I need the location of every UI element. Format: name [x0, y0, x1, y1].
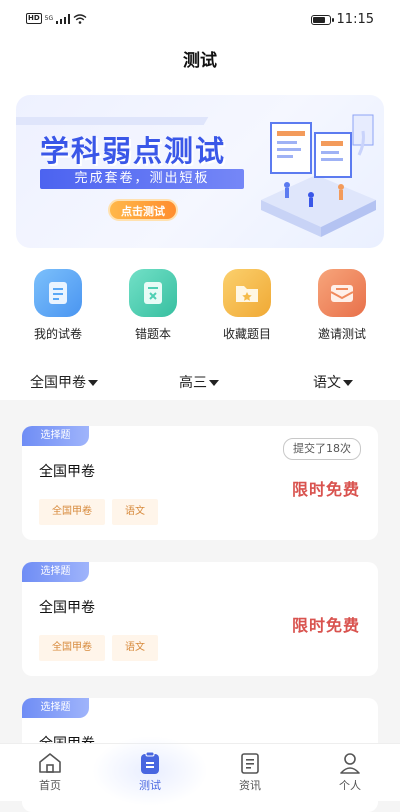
battery-icon [310, 14, 334, 25]
status-bar: HD 5G 11:15 [0, 0, 400, 40]
paper-name: 全国甲卷 [39, 600, 95, 616]
bottom-nav: 首页 测试 资讯 个人 [0, 736, 400, 806]
price-label: 限时免费 [291, 616, 360, 635]
quick-action-my-papers[interactable]: 我的试卷 [18, 269, 98, 342]
page-title: 测试 [183, 51, 217, 71]
wifi-icon [73, 13, 87, 24]
quick-action-label: 邀请测试 [317, 327, 366, 341]
person-icon [340, 753, 360, 774]
filter-subject[interactable]: 语文 [313, 372, 353, 392]
test-icon [141, 751, 159, 774]
quick-action-label: 错题本 [134, 327, 171, 341]
paper-card[interactable]: 选择题 全国甲卷 限时免费 全国甲卷 语文 [22, 562, 378, 676]
subject-chip: 语文 [112, 499, 158, 525]
question-type-tag: 选择题 [22, 698, 89, 718]
quick-action-favorites[interactable]: 收藏题目 [207, 269, 287, 342]
filter-label: 全国甲卷 [30, 375, 86, 391]
caret-down-icon [88, 380, 98, 386]
banner-illustration [261, 114, 376, 237]
status-right: 11:15 [310, 12, 374, 27]
nav-home[interactable]: 首页 [0, 751, 100, 793]
quick-action-wrong-book[interactable]: 错题本 [113, 269, 193, 342]
chip-list: 全国甲卷 语文 [39, 635, 158, 661]
banner-start-button[interactable]: 点击测试 [108, 199, 178, 221]
caret-down-icon [209, 380, 219, 386]
signal-icon [56, 13, 71, 24]
nav-label: 资讯 [239, 779, 261, 792]
nav-label: 首页 [39, 779, 61, 792]
promo-banner[interactable]: 学科弱点测试 完成套卷，测出短板 点击测试 [16, 95, 384, 248]
quick-action-label: 收藏题目 [222, 327, 271, 341]
folder-star-icon [223, 269, 271, 317]
question-type-tag: 选择题 [22, 426, 89, 446]
subject-chip: 语文 [112, 635, 158, 661]
caret-down-icon [343, 380, 353, 386]
chip-list: 全国甲卷 语文 [39, 499, 158, 525]
question-type-tag: 选择题 [22, 562, 89, 582]
banner-headline: 学科弱点测试 [40, 134, 227, 168]
submission-count-badge: 提交了18次 [283, 438, 361, 460]
hd-indicator: HD [26, 13, 42, 24]
price-label: 限时免费 [291, 480, 360, 499]
banner-subtitle: 完成套卷，测出短板 [40, 169, 244, 189]
news-icon [241, 753, 259, 774]
nav-label: 测试 [139, 779, 161, 792]
network-type: 5G [44, 15, 54, 22]
region-chip: 全国甲卷 [39, 499, 105, 525]
region-chip: 全国甲卷 [39, 635, 105, 661]
paper-card[interactable]: 选择题 提交了18次 全国甲卷 限时免费 全国甲卷 语文 [22, 426, 378, 540]
clock: 11:15 [336, 12, 374, 27]
home-icon [39, 753, 61, 773]
document-icon [34, 269, 82, 317]
quick-action-label: 我的试卷 [33, 327, 82, 341]
nav-profile[interactable]: 个人 [300, 751, 400, 793]
paper-name: 全国甲卷 [39, 464, 95, 480]
nav-label: 个人 [339, 779, 361, 792]
nav-test[interactable]: 测试 [100, 751, 200, 793]
filter-grade[interactable]: 高三 [179, 372, 219, 392]
filter-region[interactable]: 全国甲卷 [30, 372, 98, 392]
filter-label: 高三 [179, 375, 207, 391]
filter-label: 语文 [313, 375, 341, 391]
banner-stripe [16, 117, 209, 125]
status-left: HD 5G [26, 13, 87, 24]
invite-mail-icon [318, 269, 366, 317]
nav-news[interactable]: 资讯 [200, 751, 300, 793]
quick-action-invite[interactable]: 邀请测试 [302, 269, 382, 342]
wrong-questions-icon [129, 269, 177, 317]
